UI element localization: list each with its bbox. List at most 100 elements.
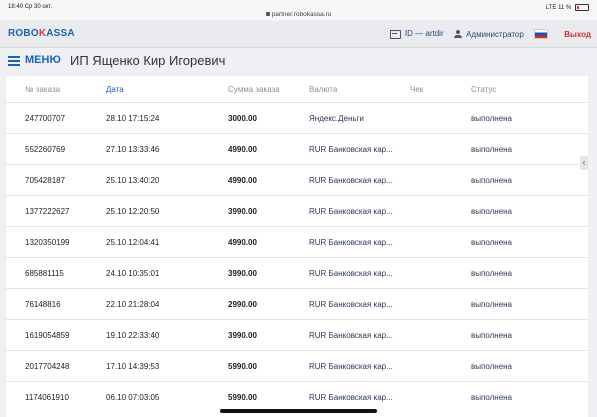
date-cell: 28.10 17:15:24 [106, 102, 228, 134]
menu-bar: МЕНЮ ИП Ященко Кир Игоревич [0, 48, 597, 74]
orders-table: № заказа Дата Сумма заказа Валюта Чек Ст… [6, 76, 588, 412]
table-row[interactable]: 705428187 25.10 13:40:20 4990.00 RUR Банков… [6, 164, 588, 196]
user-name: Администратор [466, 29, 524, 39]
language-switch[interactable] [534, 29, 554, 39]
status-time: 18:40 [8, 4, 24, 10]
status-cell: выполнена [471, 350, 588, 382]
check-cell [410, 381, 471, 412]
date-cell: 25.10 12:04:41 [106, 226, 228, 258]
currency-cell: Яндекс.Деньги [309, 102, 410, 134]
lock-icon [265, 12, 270, 17]
sum-cell: 5990.00 [228, 350, 309, 382]
currency-cell: RUR Банковская кар... [309, 381, 410, 412]
status-cell: выполнена [471, 164, 588, 196]
col-currency[interactable]: Валюта [309, 76, 410, 103]
status-right: LTE 11 % [546, 4, 589, 11]
table-header-row: № заказа Дата Сумма заказа Валюта Чек Ст… [6, 76, 588, 103]
orders-panel: № заказа Дата Сумма заказа Валюта Чек Ст… [6, 76, 588, 417]
status-cell: выполнена [471, 195, 588, 227]
user-icon [453, 30, 462, 39]
battery-percent: 11 % [558, 5, 572, 12]
header-actions: ID — artdir Администратор Выход [382, 29, 591, 39]
status-cell: выполнена [471, 102, 588, 134]
sum-cell: 3990.00 [228, 257, 309, 289]
check-cell [410, 133, 471, 165]
table-row[interactable]: 685881115 24.10 10:35:01 3990.00 RUR Банков… [6, 257, 588, 289]
sum-cell: 5990.00 [228, 381, 309, 412]
sum-cell: 4990.00 [228, 133, 309, 165]
order-number-cell: 76148816 [6, 288, 106, 320]
hamburger-menu-icon[interactable] [8, 56, 20, 66]
col-order-number[interactable]: № заказа [6, 76, 106, 103]
currency-cell: RUR Банковская кар... [309, 133, 410, 165]
date-cell: 06.10 07:03:05 [106, 381, 228, 412]
currency-cell: RUR Банковская кар... [309, 195, 410, 227]
status-cell: выполнена [471, 319, 588, 351]
check-cell [410, 288, 471, 320]
id-card-icon [389, 29, 401, 39]
currency-cell: RUR Банковская кар... [309, 288, 410, 320]
order-number-cell: 2017704248 [6, 350, 106, 382]
sum-cell: 2990.00 [228, 288, 309, 320]
col-date[interactable]: Дата [106, 76, 228, 103]
check-cell [410, 226, 471, 258]
user-menu[interactable]: Администратор [453, 29, 524, 39]
status-date: Ср 30 окт. [24, 4, 53, 10]
check-cell [410, 195, 471, 227]
menu-button[interactable]: МЕНЮ [25, 54, 61, 66]
table-row[interactable]: 76148816 22.10 21:28:04 2990.00 RUR Банковс… [6, 288, 588, 320]
check-cell [410, 102, 471, 134]
check-cell [410, 164, 471, 196]
sum-cell: 3990.00 [228, 319, 309, 351]
id-label: ID [404, 29, 413, 39]
order-number-cell: 1377222627 [6, 195, 106, 227]
table-row[interactable]: 2017704248 17.10 14:39:53 5990.00 RUR Банко… [6, 350, 588, 382]
col-check[interactable]: Чек [410, 76, 471, 103]
date-cell: 25.10 13:40:20 [106, 164, 228, 196]
order-number-cell: 1619054859 [6, 319, 106, 351]
table-row[interactable]: 1377222627 25.10 12:20:50 3990.00 RUR Банко… [6, 195, 588, 227]
chevron-left-icon[interactable]: ‹ [580, 156, 588, 170]
account-id[interactable]: ID — artdir [389, 29, 444, 39]
sum-cell: 4990.00 [228, 164, 309, 196]
url-bar[interactable]: partner.robokassa.ru [0, 11, 597, 18]
status-cell: выполнена [471, 288, 588, 320]
status-cell: выполнена [471, 381, 588, 412]
currency-cell: RUR Банковская кар... [309, 350, 410, 382]
check-cell [410, 257, 471, 289]
table-row[interactable]: 1619054859 19.10 22:33:40 3990.00 RUR Банко… [6, 319, 588, 351]
order-number-cell: 1174061910 [6, 381, 106, 412]
id-dash: — [415, 29, 424, 39]
col-status[interactable]: Статус [471, 76, 588, 103]
check-cell [410, 350, 471, 382]
table-row[interactable]: 247700707 28.10 17:15:24 3000.00 Яндекс.Ден… [6, 102, 588, 134]
table-row[interactable]: 1320350199 25.10 12:04:41 4990.00 RUR Банко… [6, 226, 588, 258]
col-sum[interactable]: Сумма заказа [228, 76, 309, 103]
date-cell: 22.10 21:28:04 [106, 288, 228, 320]
table-row[interactable]: 1174061910 06.10 07:03:05 5990.00 RUR Банко… [6, 381, 588, 412]
date-cell: 24.10 10:35:01 [106, 257, 228, 289]
sum-cell: 3990.00 [228, 195, 309, 227]
status-cell: выполнена [471, 226, 588, 258]
order-number-cell: 685881115 [6, 257, 106, 289]
url-text: partner.robokassa.ru [271, 11, 332, 18]
network-label: LTE [545, 5, 557, 12]
sum-cell: 3000.00 [228, 102, 309, 134]
russian-flag-icon [534, 29, 549, 39]
currency-cell: RUR Банковская кар... [309, 226, 410, 258]
logout-link[interactable]: Выход [564, 30, 591, 39]
order-number-cell: 705428187 [6, 164, 106, 196]
status-cell: выполнена [471, 257, 588, 289]
order-number-cell: 1320350199 [6, 226, 106, 258]
sum-cell: 4990.00 [228, 226, 309, 258]
date-cell: 27.10 13:33:46 [106, 133, 228, 165]
home-indicator [220, 409, 377, 413]
date-cell: 25.10 12:20:50 [106, 195, 228, 227]
currency-cell: RUR Банковская кар... [309, 319, 410, 351]
robokassa-logo[interactable]: ROBOKASSA [8, 28, 75, 39]
table-row[interactable]: 552260769 27.10 13:33:46 4990.00 RUR Банков… [6, 133, 588, 165]
id-value: artdir [425, 29, 444, 39]
page-title: ИП Ященко Кир Игоревич [70, 53, 226, 68]
status-left: 18:40 Ср 30 окт. [8, 4, 52, 10]
order-number-cell: 552260769 [6, 133, 106, 165]
